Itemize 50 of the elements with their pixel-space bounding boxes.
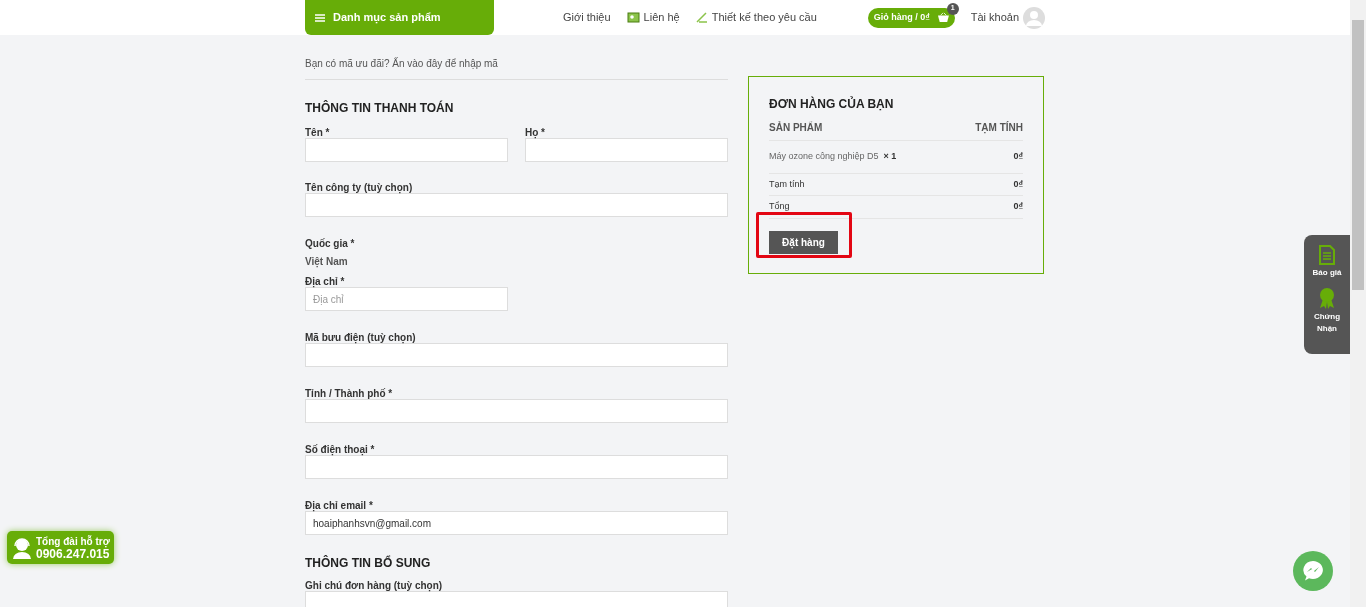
column-header: TẠM TÍNH — [975, 120, 1023, 135]
price: 0₫ — [1013, 150, 1023, 163]
basket-icon — [937, 12, 949, 23]
input-field[interactable] — [525, 138, 728, 162]
section-title: THÔNG TIN THANH TOÁN — [305, 99, 455, 117]
nav-link[interactable]: Thiết kế theo yêu cầu — [695, 9, 817, 26]
column-header: SẢN PHẨM — [769, 120, 823, 135]
product-name: Máy ozone công nghiệp D5 × 1 — [769, 150, 897, 163]
nav-link[interactable]: Giới thiệu — [563, 9, 611, 26]
side-widget-link[interactable]: Chứng Nhận — [1310, 287, 1344, 335]
nav-link[interactable]: Liên hệ — [626, 9, 680, 26]
field-label: Địa chỉ email * — [305, 499, 374, 511]
hotline-title: Tổng đài hỗ trợ — [36, 534, 110, 548]
field-label: Mã bưu điện (tuỳ chọn) — [305, 331, 417, 343]
field-label: Họ * — [525, 126, 546, 138]
account-link[interactable]: Tài khoản — [970, 9, 1019, 26]
messenger-chat-button[interactable] — [1293, 551, 1333, 591]
field-label: Số điện thoại * — [305, 443, 376, 455]
price: 0₫ — [1013, 177, 1023, 191]
headset-person-icon — [11, 536, 33, 559]
input-field[interactable] — [305, 193, 728, 217]
input-field[interactable] — [305, 399, 728, 423]
avatar-icon[interactable] — [1023, 6, 1045, 29]
order-title: ĐƠN HÀNG CỦA BẠN — [769, 95, 895, 113]
input-field[interactable]: Địa chỉ — [305, 287, 508, 311]
input-field[interactable]: hoaiphanhsvn@gmail.com — [305, 511, 728, 535]
field-label: Quốc gia * — [305, 237, 356, 249]
total-label: Tổng — [769, 200, 790, 213]
side-widget-link[interactable]: Báo giá — [1310, 245, 1344, 279]
field-label: Tên * — [305, 126, 331, 138]
menu-icon — [315, 13, 325, 22]
place-order-button[interactable]: Đặt hàng — [769, 230, 838, 254]
input-field[interactable] — [305, 138, 508, 162]
input-field[interactable] — [305, 455, 728, 479]
total-label: Tạm tính — [769, 177, 805, 191]
chat-bubble-icon — [1303, 561, 1323, 581]
document-icon — [1319, 245, 1335, 265]
field-value: Việt Nam — [305, 255, 349, 269]
field-label: Tên công ty (tuỳ chọn) — [305, 181, 414, 193]
field-label: Tỉnh / Thành phố * — [305, 387, 394, 399]
scrollbar[interactable] — [1350, 0, 1366, 607]
contact-card-icon — [626, 12, 640, 23]
award-ribbon-icon — [1318, 287, 1336, 309]
coupon-notice[interactable]: Bạn có mã ưu đãi? Ấn vào đây để nhập mã — [305, 56, 728, 80]
section-title: THÔNG TIN BỔ SUNG — [305, 554, 432, 572]
hotline-phone: 0906.247.015 — [36, 547, 110, 561]
price: 0₫ — [1013, 200, 1023, 213]
input-field[interactable] — [305, 343, 728, 367]
field-label: Ghi chú đơn hàng (tuỳ chọn) — [305, 579, 444, 591]
field-label: Địa chỉ * — [305, 275, 346, 287]
